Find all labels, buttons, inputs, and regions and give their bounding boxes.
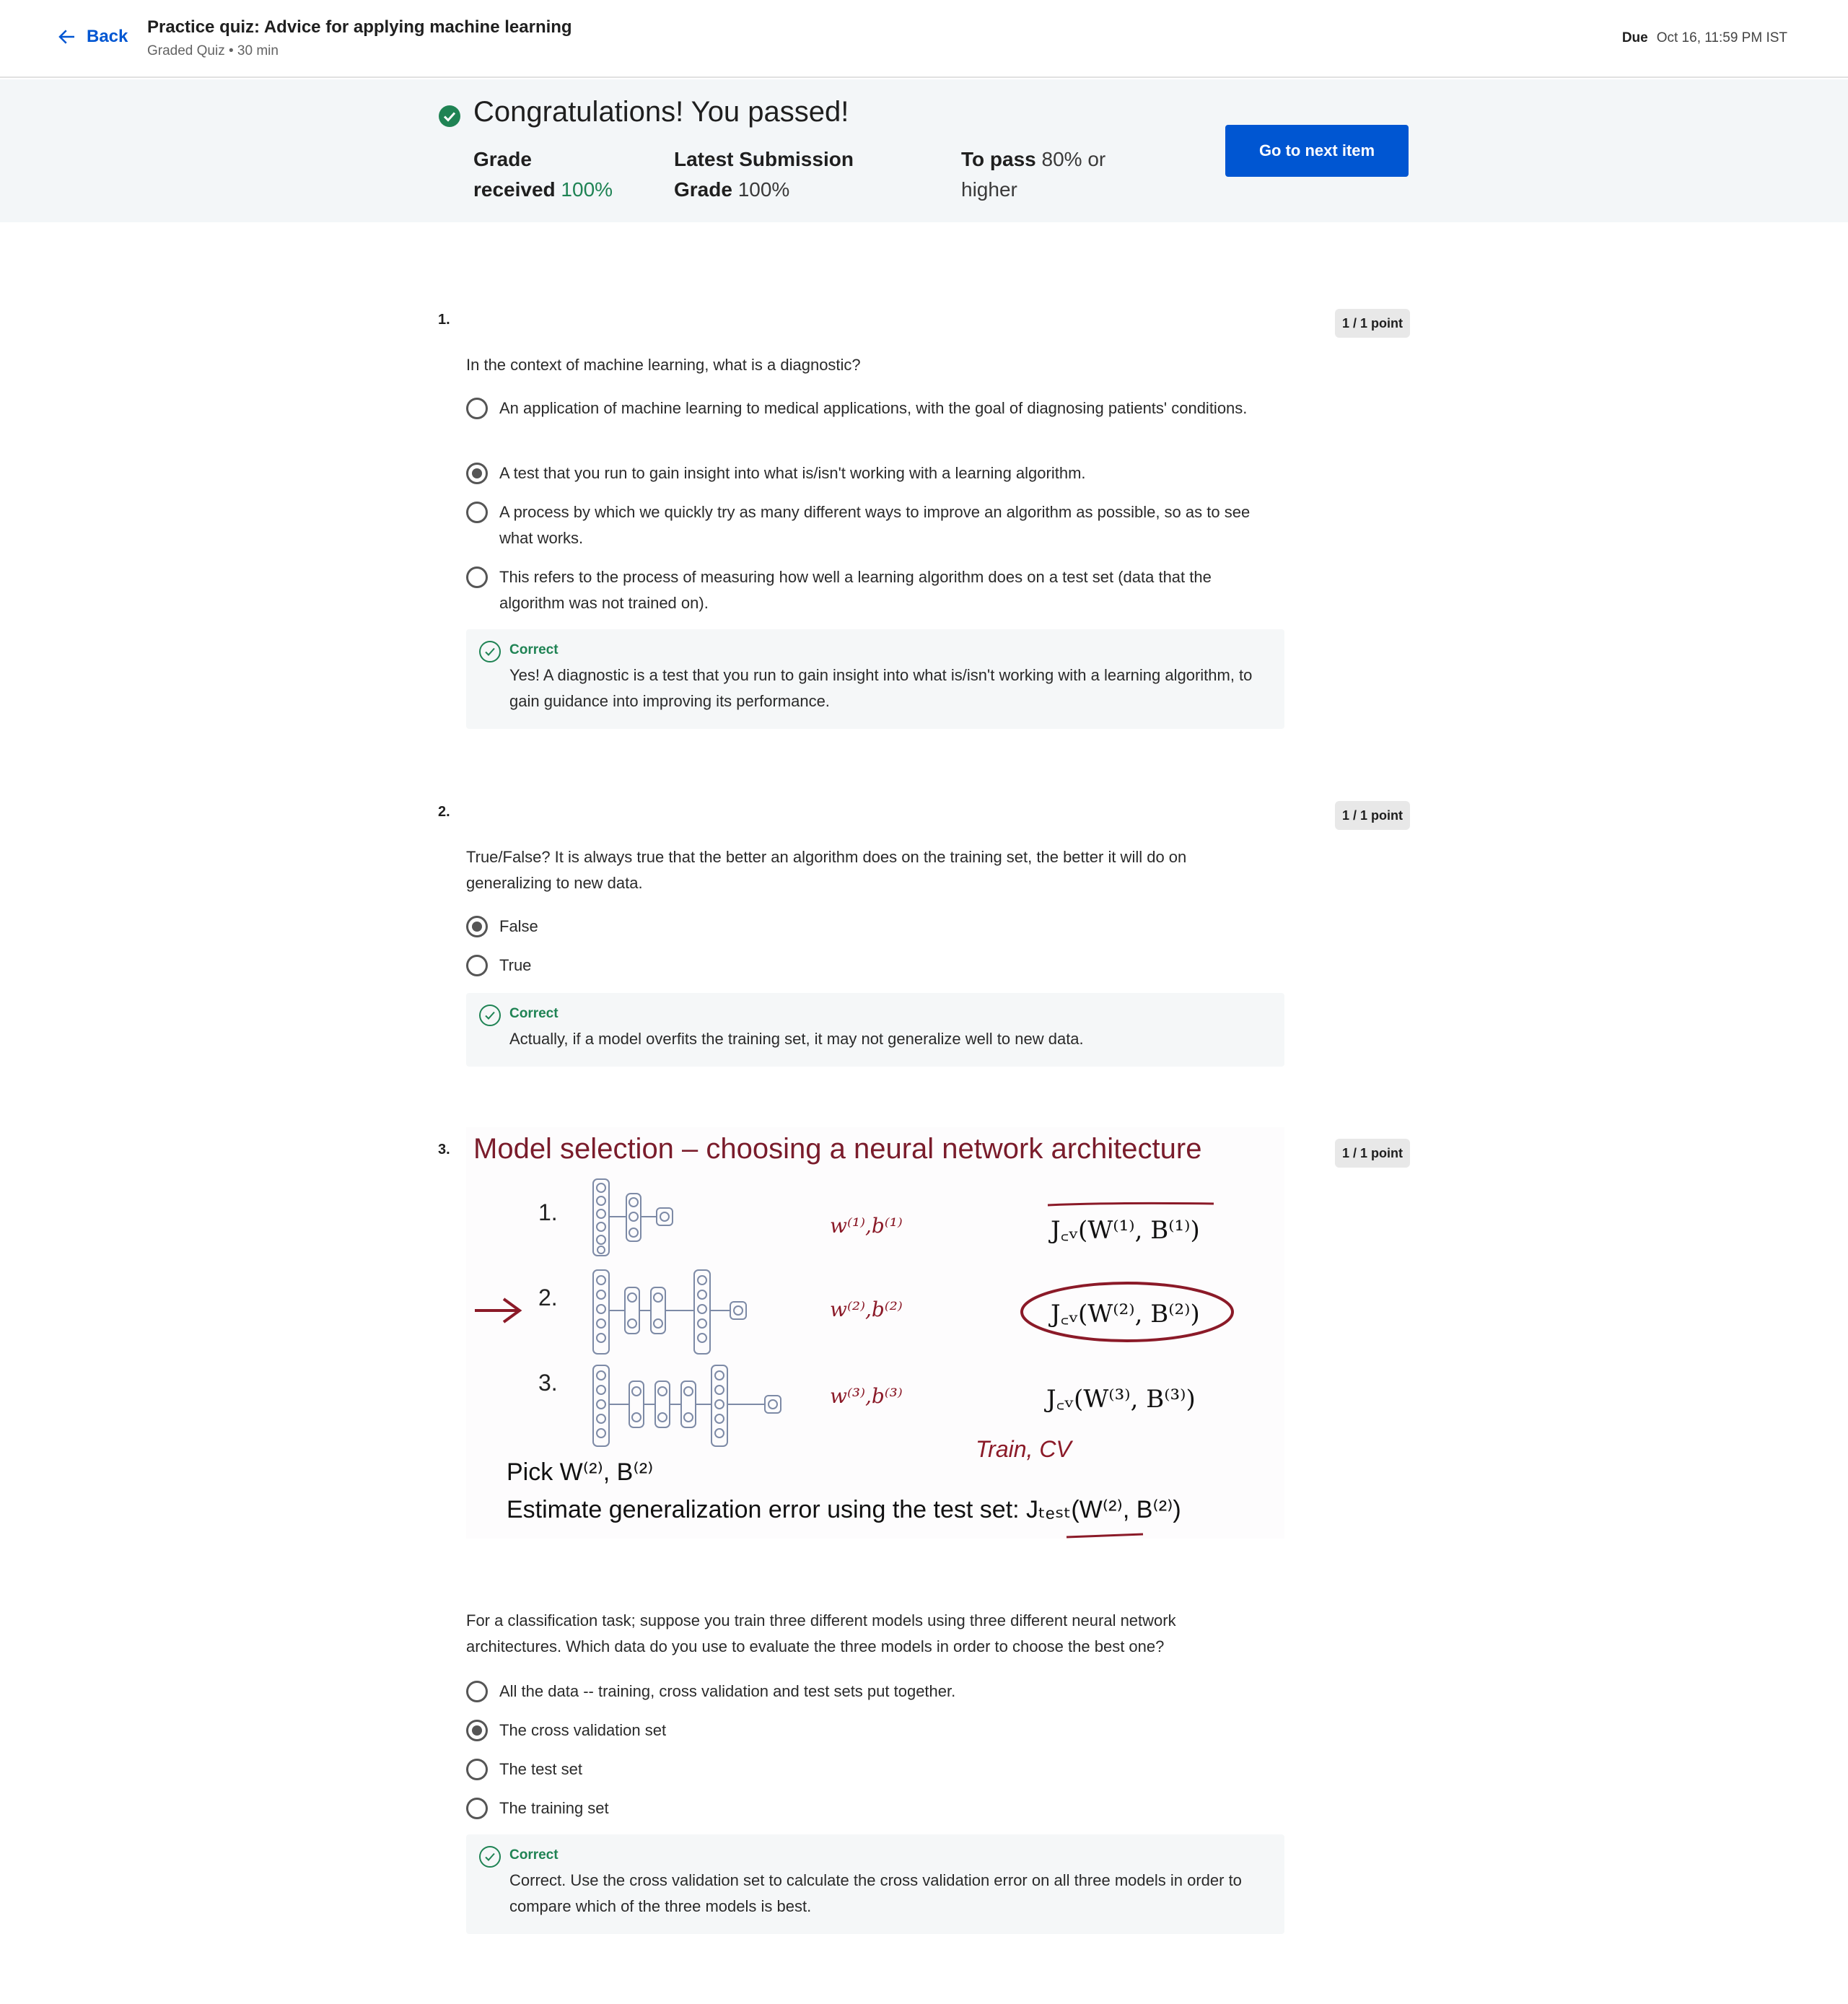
slide-jcv-3: J꜀ᵥ(W⁽³⁾, B⁽³⁾) bbox=[1046, 1385, 1196, 1414]
option-label: All the data -- training, cross validati… bbox=[499, 1682, 956, 1700]
topass-value: 80% or bbox=[1041, 148, 1106, 170]
radio-button-selected[interactable] bbox=[466, 463, 488, 484]
question-3-number: 3. bbox=[438, 1142, 450, 1158]
option-label: False bbox=[499, 917, 538, 935]
question-1-text: In the context of machine learning, what… bbox=[466, 356, 861, 374]
pass-threshold: To pass 80% or higher bbox=[961, 144, 1105, 205]
back-label: Back bbox=[87, 27, 128, 46]
radio-button[interactable] bbox=[466, 502, 488, 523]
question-2-points: 1 / 1 point bbox=[1335, 801, 1410, 830]
topass-label: To pass bbox=[961, 148, 1036, 170]
slide-row-1-number: 1. bbox=[538, 1199, 558, 1225]
go-to-next-item-button[interactable]: Go to next item bbox=[1225, 125, 1409, 177]
due-value: Oct 16, 11:59 PM IST bbox=[1656, 30, 1787, 45]
q1-feedback: Correct Yes! A diagnostic is a test that… bbox=[466, 629, 1284, 729]
slide-pick: Pick W⁽²⁾, B⁽²⁾ bbox=[507, 1458, 654, 1486]
q3-option-1[interactable]: All the data -- training, cross validati… bbox=[466, 1679, 1274, 1705]
q2-feedback: Correct Actually, if a model overfits th… bbox=[466, 993, 1284, 1067]
due-date: Due Oct 16, 11:59 PM IST bbox=[1622, 30, 1787, 46]
back-link[interactable]: Back bbox=[56, 26, 128, 48]
latest-submission: Latest Submission Grade 100% bbox=[674, 144, 854, 205]
option-label: A process by which we quickly try as man… bbox=[499, 503, 1251, 547]
slide-w2-b2: w⁽²⁾,b⁽²⁾ bbox=[830, 1298, 903, 1321]
option-label: This refers to the process of measuring … bbox=[499, 568, 1212, 612]
question-3-text: For a classification task; suppose you t… bbox=[466, 1611, 1176, 1655]
due-label: Due bbox=[1621, 30, 1648, 45]
slide-w3-b3: w⁽³⁾,b⁽³⁾ bbox=[830, 1384, 903, 1408]
slide-jcv-2: J꜀ᵥ(W⁽²⁾, B⁽²⁾) bbox=[1051, 1300, 1200, 1329]
q2-option-1[interactable]: False bbox=[466, 914, 1274, 940]
latest-label-2: Grade bbox=[674, 178, 732, 201]
radio-button-selected[interactable] bbox=[466, 916, 488, 937]
radio-button[interactable] bbox=[466, 398, 488, 419]
pass-banner bbox=[0, 79, 1848, 222]
option-label: True bbox=[499, 956, 532, 974]
q3-option-3[interactable]: The test set bbox=[466, 1756, 1274, 1782]
check-icon bbox=[479, 1005, 501, 1026]
question-1-number: 1. bbox=[438, 312, 450, 328]
question-2-text: True/False? It is always true that the b… bbox=[466, 848, 1187, 892]
feedback-text: Correct. Use the cross validation set to… bbox=[509, 1871, 1242, 1915]
option-label: The test set bbox=[499, 1760, 582, 1778]
radio-button[interactable] bbox=[466, 566, 488, 588]
congrats-heading: Congratulations! You passed! bbox=[473, 96, 849, 128]
q3-option-4[interactable]: The training set bbox=[466, 1795, 1274, 1821]
feedback-heading: Correct bbox=[509, 1847, 559, 1863]
slide-title: Model selection – choosing a neural netw… bbox=[473, 1133, 1202, 1165]
option-label: The training set bbox=[499, 1799, 609, 1817]
grade-value: 100% bbox=[561, 178, 613, 201]
slide-jcv-1: J꜀ᵥ(W⁽¹⁾, B⁽¹⁾) bbox=[1051, 1216, 1200, 1245]
radio-button-selected[interactable] bbox=[466, 1720, 488, 1741]
feedback-heading: Correct bbox=[509, 642, 559, 657]
latest-label: Latest Submission bbox=[674, 148, 854, 170]
radio-button[interactable] bbox=[466, 1759, 488, 1780]
quiz-title: Practice quiz: Advice for applying machi… bbox=[147, 17, 572, 37]
q1-option-1[interactable]: An application of machine learning to me… bbox=[466, 395, 1274, 421]
option-label: A test that you run to gain insight into… bbox=[499, 464, 1086, 482]
check-circle-icon bbox=[439, 105, 460, 127]
radio-button[interactable] bbox=[466, 955, 488, 976]
topass-value-2: higher bbox=[961, 178, 1017, 201]
slide-row-2-number: 2. bbox=[538, 1285, 558, 1311]
feedback-text: Yes! A diagnostic is a test that you run… bbox=[509, 666, 1253, 710]
grade-label-2: received bbox=[473, 178, 556, 201]
q1-option-4[interactable]: This refers to the process of measuring … bbox=[466, 564, 1274, 616]
check-icon bbox=[479, 1846, 501, 1868]
question-2-number: 2. bbox=[438, 804, 450, 820]
grade-received: Grade received 100% bbox=[473, 144, 613, 205]
question-1-points: 1 / 1 point bbox=[1335, 309, 1410, 338]
radio-button[interactable] bbox=[466, 1681, 488, 1702]
option-label: An application of machine learning to me… bbox=[499, 399, 1248, 417]
check-icon bbox=[479, 641, 501, 662]
radio-button[interactable] bbox=[466, 1798, 488, 1819]
option-label: The cross validation set bbox=[499, 1721, 667, 1739]
feedback-heading: Correct bbox=[509, 1006, 559, 1021]
feedback-text: Actually, if a model overfits the traini… bbox=[509, 1030, 1084, 1048]
q3-option-2[interactable]: The cross validation set bbox=[466, 1718, 1274, 1743]
q1-option-2[interactable]: A test that you run to gain insight into… bbox=[466, 460, 1274, 486]
model-selection-slide: Model selection – choosing a neural netw… bbox=[466, 1127, 1284, 1539]
slide-row-3-number: 3. bbox=[538, 1370, 558, 1396]
q1-option-3[interactable]: A process by which we quickly try as man… bbox=[466, 499, 1274, 551]
top-bar: Back Practice quiz: Advice for applying … bbox=[0, 0, 1848, 78]
slide-w1-b1: w⁽¹⁾,b⁽¹⁾ bbox=[830, 1214, 903, 1238]
question-3-points: 1 / 1 point bbox=[1335, 1139, 1410, 1168]
q3-feedback: Correct Correct. Use the cross validatio… bbox=[466, 1834, 1284, 1934]
slide-estimate: Estimate generalization error using the … bbox=[507, 1496, 1181, 1523]
quiz-subtitle: Graded Quiz • 30 min bbox=[147, 43, 279, 58]
latest-value: 100% bbox=[737, 178, 790, 201]
slide-train-cv: Train, CV bbox=[976, 1436, 1072, 1462]
arrow-left-icon bbox=[58, 30, 74, 44]
grade-label: Grade bbox=[473, 148, 532, 170]
q2-option-2[interactable]: True bbox=[466, 953, 1274, 979]
